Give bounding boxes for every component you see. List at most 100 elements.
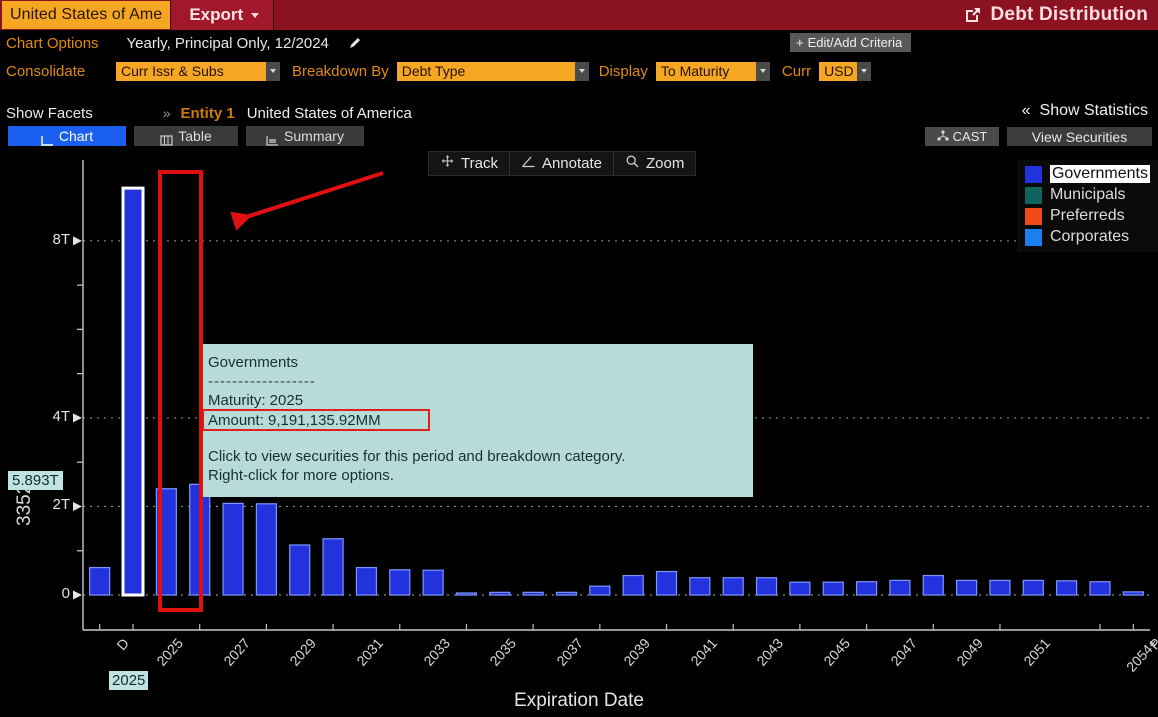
cast-label: CAST <box>953 129 988 144</box>
view-securities-label: View Securities <box>1032 129 1127 145</box>
facet-row: Show Facets » Entity 1 United States of … <box>0 100 1158 126</box>
legend-label-corporates: Corporates <box>1050 228 1129 246</box>
legend-item-corporates[interactable]: Corporates <box>1025 228 1150 246</box>
chart-tooltip: Governments ------------------ Maturity:… <box>201 344 753 497</box>
chart-icon <box>41 131 54 142</box>
consolidate-value: Curr Issr & Subs <box>116 62 266 81</box>
bar[interactable] <box>423 570 443 595</box>
y-tick-label: 8T <box>26 231 70 248</box>
display-select[interactable]: To Maturity <box>656 62 770 81</box>
y-tick-label: 4T <box>26 408 70 425</box>
chevron-down-icon[interactable] <box>575 62 589 81</box>
bar[interactable] <box>857 582 877 595</box>
chart-options-value[interactable]: Yearly, Principal Only, 12/2024 <box>127 35 329 52</box>
y-tick-label: 2T <box>26 496 70 513</box>
bar[interactable] <box>1057 581 1077 595</box>
breakdown-select[interactable]: Debt Type <box>397 62 589 81</box>
export-button[interactable]: Export <box>170 0 274 30</box>
legend-item-preferreds[interactable]: Preferreds <box>1025 207 1150 225</box>
x-cursor-value: 2025 <box>109 671 148 690</box>
legend-item-governments[interactable]: Governments <box>1025 165 1150 183</box>
red-arrow-annotation <box>215 165 395 235</box>
bar[interactable] <box>623 576 643 595</box>
ticker-field[interactable]: United States of Ame <box>2 1 170 29</box>
chevron-down-icon[interactable] <box>266 62 280 81</box>
currency-label: Curr <box>782 63 811 80</box>
tooltip-spacer <box>208 430 753 447</box>
tab-summary[interactable]: Summary <box>246 126 364 146</box>
bar[interactable] <box>657 572 677 595</box>
bar[interactable] <box>523 592 543 595</box>
tab-table[interactable]: Table <box>134 126 238 146</box>
chart-legend: Governments Municipals Preferreds Corpor… <box>1017 160 1158 252</box>
bar[interactable] <box>456 593 476 595</box>
tooltip-divider: ------------------ <box>208 372 753 391</box>
breakdown-label: Breakdown By <box>292 63 389 80</box>
chevron-down-icon[interactable] <box>857 62 871 81</box>
legend-swatch-governments <box>1025 166 1042 183</box>
bar[interactable] <box>1090 582 1110 595</box>
bar[interactable] <box>323 539 343 595</box>
show-statistics-button[interactable]: « Show Statistics <box>1022 102 1148 120</box>
legend-swatch-corporates <box>1025 229 1042 246</box>
cast-button[interactable]: CAST <box>925 127 999 146</box>
entity-name[interactable]: United States of America <box>247 105 412 122</box>
bar[interactable] <box>990 580 1010 595</box>
legend-label-governments: Governments <box>1050 165 1150 183</box>
chevron-down-icon[interactable] <box>756 62 770 81</box>
criteria-row: Consolidate Curr Issr & Subs Breakdown B… <box>0 56 1158 86</box>
bar[interactable] <box>256 504 276 595</box>
title-bar: United States of Ame Export Debt Distrib… <box>0 0 1158 30</box>
bar[interactable] <box>923 576 943 595</box>
bar[interactable] <box>957 580 977 595</box>
bar[interactable] <box>757 578 777 595</box>
bar[interactable] <box>890 580 910 595</box>
bar[interactable] <box>690 578 710 595</box>
y-cursor-value: 5.893T <box>8 471 63 490</box>
cast-icon <box>937 129 949 144</box>
red-highlight-box <box>158 170 203 612</box>
bar[interactable] <box>556 592 576 595</box>
legend-label-municipals: Municipals <box>1050 186 1126 204</box>
bar[interactable] <box>1123 592 1143 595</box>
bar[interactable] <box>390 570 410 595</box>
bar[interactable] <box>723 578 743 595</box>
edit-add-criteria-label: Edit/Add Criteria <box>808 33 903 52</box>
show-facets-button[interactable]: Show Facets <box>6 105 93 122</box>
collapse-chevron-icon: « <box>1022 102 1031 120</box>
entity-label: Entity 1 <box>181 105 235 122</box>
pencil-icon[interactable] <box>347 35 363 51</box>
bar[interactable] <box>490 592 510 595</box>
bar-highlighted[interactable] <box>123 188 143 595</box>
export-label: Export <box>189 5 243 25</box>
bloomberg-debt-distribution-screen: United States of Ame Export Debt Distrib… <box>0 0 1158 717</box>
bar[interactable] <box>223 503 243 595</box>
bar[interactable] <box>90 568 110 595</box>
chevron-down-icon <box>251 13 259 18</box>
bar[interactable] <box>290 545 310 595</box>
popout-icon[interactable] <box>964 6 982 24</box>
legend-item-municipals[interactable]: Municipals <box>1025 186 1150 204</box>
view-securities-button[interactable]: View Securities <box>1007 127 1152 146</box>
tooltip-hint-1: Click to view securities for this period… <box>208 447 753 466</box>
tooltip-series: Governments <box>208 353 753 372</box>
plus-icon: + <box>796 33 804 52</box>
bar[interactable] <box>823 582 843 595</box>
currency-value: USD <box>819 62 857 81</box>
bar[interactable] <box>590 586 610 595</box>
breakdown-value: Debt Type <box>397 62 575 81</box>
tab-chart-label: Chart <box>59 126 93 146</box>
consolidate-select[interactable]: Curr Issr & Subs <box>116 62 280 81</box>
tab-chart[interactable]: Chart <box>8 126 126 146</box>
edit-add-criteria-button[interactable]: + Edit/Add Criteria <box>790 33 911 52</box>
currency-select[interactable]: USD <box>819 62 871 81</box>
x-axis-title: Expiration Date <box>0 690 1158 712</box>
bar[interactable] <box>790 582 810 595</box>
bar[interactable] <box>1023 580 1043 595</box>
bar[interactable] <box>356 568 376 595</box>
chart-options-row: Chart Options Yearly, Principal Only, 12… <box>0 30 1158 56</box>
tab-table-label: Table <box>178 126 211 146</box>
display-label: Display <box>599 63 648 80</box>
expand-chevron-icon[interactable]: » <box>163 105 171 121</box>
legend-swatch-municipals <box>1025 187 1042 204</box>
